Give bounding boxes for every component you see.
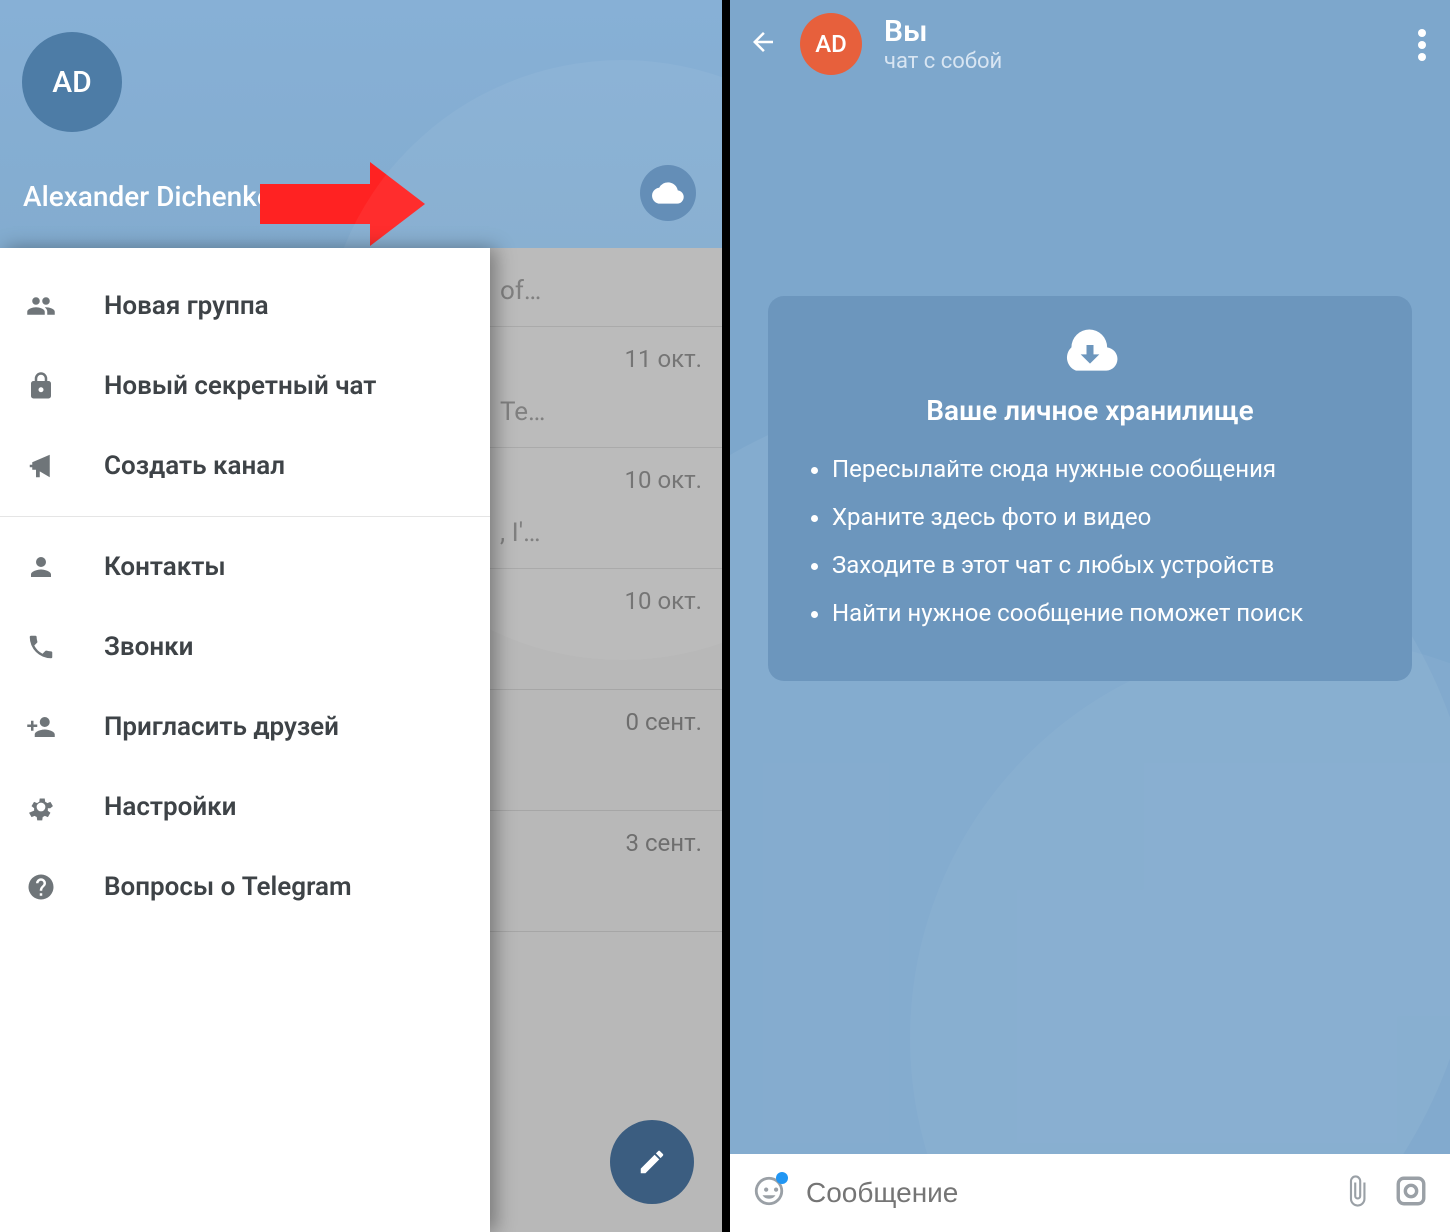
cloud-icon [652,177,684,209]
drawer-header: AD Alexander Dichenko [0,0,722,248]
compose-fab[interactable] [610,1120,694,1204]
phone-icon [26,632,56,662]
menu-label: Настройки [104,792,236,822]
drawer-username: Alexander Dichenko [23,180,273,213]
voice-record-button[interactable] [1394,1174,1428,1212]
menu-label: Создать канал [104,451,285,481]
menu-label: Новая группа [104,291,269,321]
more-options-button[interactable] [1418,28,1426,66]
megaphone-icon [26,451,56,481]
mic-square-icon [1394,1174,1428,1208]
menu-new-group[interactable]: Новая группа [0,266,490,346]
unread-dot [776,1172,788,1184]
lock-icon [26,371,56,401]
menu-calls[interactable]: Звонки [0,607,490,687]
drawer-menu: Новая группа Новый секретный чат Создать… [0,248,490,1232]
person-add-icon [26,712,56,742]
cloud-download-icon [806,324,1374,380]
menu-label: Звонки [104,632,193,662]
menu-label: Вопросы о Telegram [104,872,352,902]
help-icon [26,872,56,902]
menu-label: Пригласить друзей [104,712,339,742]
chat-header-text[interactable]: Вы чат с собой [884,14,1002,74]
onboard-bullet: Пересылайте сюда нужные сообщения [832,451,1374,487]
chat-subtitle: чат с собой [884,49,1002,74]
back-button[interactable] [748,27,778,61]
menu-new-channel[interactable]: Создать канал [0,426,490,506]
chat-list-row: 0 сент. [490,690,722,811]
pencil-icon [637,1147,667,1177]
menu-invite[interactable]: Пригласить друзей [0,687,490,767]
red-arrow-annotation [260,162,425,246]
right-screenshot: AD Вы чат с собой Ваше личное хранилище … [730,0,1450,1232]
message-input[interactable] [806,1177,1320,1209]
onboarding-card: Ваше личное хранилище Пересылайте сюда н… [768,296,1412,681]
onboard-bullet: Найти нужное сообщение поможет поиск [832,595,1374,631]
chat-header: AD Вы чат с собой [730,0,1450,88]
arrow-left-icon [748,27,778,57]
onboard-bullet: Храните здесь фото и видео [832,499,1374,535]
menu-settings[interactable]: Настройки [0,767,490,847]
contact-icon [26,552,56,582]
more-vertical-icon [1418,28,1426,62]
saved-messages-cloud-button[interactable] [640,165,696,221]
onboard-heading: Ваше личное хранилище [806,394,1374,427]
menu-label: Контакты [104,552,226,582]
menu-label: Новый секретный чат [104,371,376,401]
menu-secret-chat[interactable]: Новый секретный чат [0,346,490,426]
onboard-bullet: Заходите в этот чат с любых устройств [832,547,1374,583]
gear-icon [26,792,56,822]
chat-avatar[interactable]: AD [800,13,862,75]
chat-list-row: 3 сент. [490,811,722,932]
group-icon [26,291,56,321]
chat-title: Вы [884,14,1002,49]
left-screenshot: ср 12 окт.of… 11 окт.Те… 10 окт., I'… 10… [0,0,722,1232]
attach-button[interactable] [1340,1174,1374,1212]
menu-contacts[interactable]: Контакты [0,527,490,607]
chat-body: Ваше личное хранилище Пересылайте сюда н… [730,88,1450,1154]
drawer-avatar[interactable]: AD [22,32,122,132]
compose-bar [730,1154,1450,1232]
onboard-bullets: Пересылайте сюда нужные сообщения Хранит… [806,451,1374,631]
emoji-button[interactable] [752,1174,786,1212]
paperclip-icon [1340,1174,1374,1208]
menu-faq[interactable]: Вопросы о Telegram [0,847,490,927]
